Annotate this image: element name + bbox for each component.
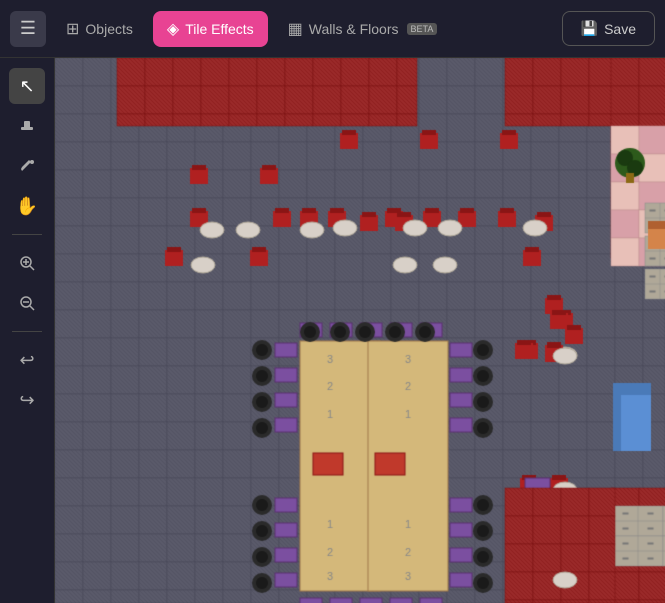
tab-walls-floors[interactable]: ▦ Walls & Floors BETA (274, 11, 452, 47)
objects-icon: ⊞ (66, 19, 79, 39)
tab-tile-effects-label: Tile Effects (185, 21, 253, 37)
tab-objects-label: Objects (85, 21, 132, 37)
beta-badge: BETA (407, 23, 438, 35)
tool-paint[interactable] (9, 148, 45, 184)
tool-hand[interactable]: ✋ (9, 188, 45, 224)
walls-floors-icon: ▦ (288, 19, 303, 39)
tool-zoom-out[interactable] (9, 285, 45, 321)
sidebar-divider-1 (12, 234, 42, 235)
save-button[interactable]: 💾 Save (562, 11, 655, 46)
floor-canvas[interactable] (55, 58, 665, 603)
canvas-area[interactable] (55, 58, 665, 603)
toolbar: ☰ ⊞ Objects ◈ Tile Effects ▦ Walls & Flo… (0, 0, 665, 58)
tool-undo[interactable]: ↩ (9, 342, 45, 378)
tile-effects-icon: ◈ (167, 19, 179, 39)
tool-stamp[interactable] (9, 108, 45, 144)
tab-tile-effects[interactable]: ◈ Tile Effects (153, 11, 268, 47)
tab-objects[interactable]: ⊞ Objects (52, 11, 147, 47)
sidebar: ↖ ✋ ↩ ↪ (0, 58, 55, 603)
tool-redo[interactable]: ↪ (9, 382, 45, 418)
tab-walls-floors-label: Walls & Floors (309, 21, 399, 37)
tool-zoom-in[interactable] (9, 245, 45, 281)
tool-select[interactable]: ↖ (9, 68, 45, 104)
save-label: Save (604, 21, 636, 37)
menu-button[interactable]: ☰ (10, 11, 46, 47)
main-layout: ↖ ✋ ↩ ↪ (0, 58, 665, 603)
sidebar-divider-2 (12, 331, 42, 332)
save-icon: 💾 (581, 20, 598, 37)
